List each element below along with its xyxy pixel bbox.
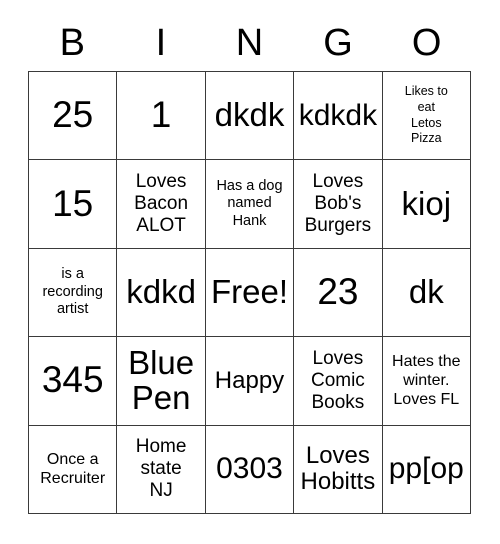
- bingo-cell-text: 345: [41, 359, 104, 401]
- header-letter-text: B: [59, 22, 85, 64]
- bingo-cell-r4c3[interactable]: Happy: [205, 337, 295, 426]
- bingo-header-letter-o: O: [382, 18, 471, 68]
- bingo-cell-r4c4[interactable]: Loves Comic Books: [294, 337, 383, 426]
- bingo-cell-text: Loves Bacon ALOT: [134, 170, 189, 237]
- bingo-cell-text: Free!: [210, 273, 288, 311]
- bingo-cell-text: is a recording artist: [42, 266, 103, 318]
- bingo-header-letter-i: I: [117, 18, 206, 68]
- bingo-cell-r1c2[interactable]: 1: [117, 72, 206, 161]
- bingo-cell-text: dkdk: [214, 96, 285, 134]
- bingo-cell-text: Has a dog named Hank: [216, 178, 283, 229]
- bingo-cell-r2c4[interactable]: Loves Bob's Burgers: [294, 160, 383, 249]
- bingo-header-letter-n: N: [205, 18, 294, 68]
- bingo-cell-text: Blue Pen: [128, 344, 195, 416]
- bingo-cell-text: Loves Bob's Burgers: [304, 170, 372, 237]
- bingo-cell-text: Home state NJ: [135, 435, 187, 502]
- bingo-cell-text: pp[op: [388, 452, 464, 486]
- bingo-cell-r1c3[interactable]: dkdk: [205, 72, 295, 161]
- bingo-cell-text: kioj: [401, 184, 452, 222]
- bingo-cell-r4c2[interactable]: Blue Pen: [117, 337, 206, 426]
- bingo-cell-text: 0303: [216, 452, 283, 486]
- bingo-cell-r4c1[interactable]: 345: [29, 337, 118, 426]
- bingo-cell-text: kdkdk: [298, 98, 378, 132]
- bingo-cell-r5c4[interactable]: Loves Hobitts: [294, 425, 383, 514]
- bingo-cell-text: Likes to eat Letos Pizza: [404, 84, 448, 146]
- bingo-cell-text: Once a Recruiter: [40, 451, 106, 488]
- bingo-cell-r3c1[interactable]: is a recording artist: [29, 248, 118, 338]
- bingo-cell-r3c4[interactable]: 23: [294, 248, 383, 338]
- bingo-cell-text: Loves Comic Books: [310, 347, 365, 413]
- bingo-cell-r1c4[interactable]: kdkdk: [294, 72, 383, 161]
- header-letter-text: I: [155, 22, 167, 64]
- bingo-cell-r1c5[interactable]: Likes to eat Letos Pizza: [382, 72, 471, 161]
- bingo-grid: 25 1 dkdk kdkdk Likes to eat Letos Pizza 15 Lo…: [28, 71, 471, 514]
- bingo-cell-text: 23: [317, 271, 359, 313]
- bingo-cell-r4c5[interactable]: Hates the winter. Loves FL: [382, 337, 471, 426]
- header-letter-text: N: [235, 22, 264, 64]
- bingo-header-letter-g: G: [294, 18, 383, 68]
- bingo-cell-r2c1[interactable]: 15: [29, 160, 118, 249]
- bingo-cell-r2c3[interactable]: Has a dog named Hank: [205, 160, 295, 249]
- bingo-cell-text: 15: [52, 182, 94, 224]
- header-letter-text: O: [411, 22, 442, 64]
- bingo-card: B I N G O 25 1 dkdk kdkdk Likes to eat Letos…: [0, 0, 500, 544]
- bingo-cell-r2c5[interactable]: kioj: [382, 160, 471, 249]
- bingo-cell-r5c3[interactable]: 0303: [205, 425, 295, 514]
- bingo-cell-text: Loves Hobitts: [300, 441, 376, 496]
- bingo-cell-r5c5[interactable]: pp[op: [382, 425, 471, 514]
- bingo-cell-r3c3[interactable]: Free!: [205, 248, 295, 338]
- bingo-cell-text: 1: [150, 94, 172, 136]
- bingo-cell-r3c5[interactable]: dk: [382, 248, 471, 338]
- bingo-header-letter-b: B: [28, 18, 117, 68]
- bingo-cell-text: 25: [52, 94, 94, 136]
- bingo-cell-r5c1[interactable]: Once a Recruiter: [29, 425, 118, 514]
- bingo-cell-r5c2[interactable]: Home state NJ: [117, 425, 206, 514]
- bingo-cell-text: Hates the winter. Loves FL: [392, 353, 461, 409]
- bingo-cell-text: kdkd: [126, 273, 196, 311]
- bingo-cell-text: Happy: [214, 366, 285, 394]
- header-letter-text: G: [323, 22, 353, 64]
- bingo-cell-r2c2[interactable]: Loves Bacon ALOT: [117, 160, 206, 249]
- bingo-cell-r1c1[interactable]: 25: [29, 72, 118, 161]
- bingo-cell-r3c2[interactable]: kdkd: [117, 248, 206, 338]
- bingo-header-row: B I N G O: [28, 18, 471, 68]
- bingo-cell-text: dk: [408, 273, 444, 311]
